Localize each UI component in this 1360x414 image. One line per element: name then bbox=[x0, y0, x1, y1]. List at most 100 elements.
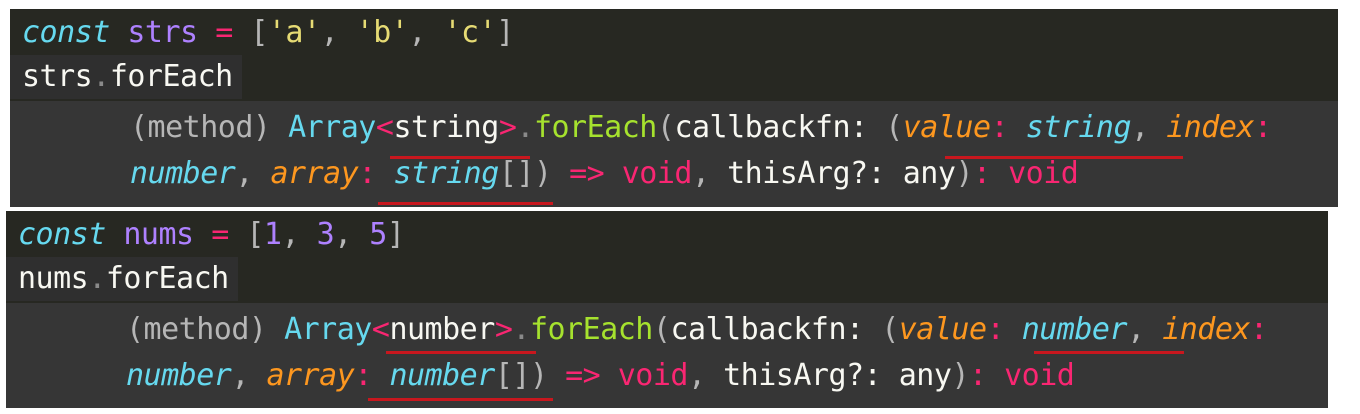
function-name: forEach bbox=[533, 110, 657, 145]
param-value: value bbox=[898, 312, 987, 347]
dot: . bbox=[92, 59, 110, 94]
param-array: array bbox=[270, 156, 359, 191]
comma: , bbox=[231, 358, 267, 393]
comma: , bbox=[1127, 312, 1163, 347]
return-void-outer: void bbox=[1008, 156, 1079, 191]
generic-open: < bbox=[375, 110, 394, 145]
colon: : bbox=[1254, 110, 1272, 145]
colon: : bbox=[354, 358, 390, 393]
signature-line-1: (method) Array<string>.forEach(callbackf… bbox=[130, 105, 1272, 151]
paren-close: ) bbox=[951, 358, 969, 393]
underline-generic-type bbox=[390, 156, 530, 159]
object-name: nums bbox=[18, 261, 89, 296]
colon: : bbox=[986, 312, 1022, 347]
member-forEach[interactable]: forEach bbox=[106, 261, 229, 296]
type-array: Array bbox=[288, 110, 376, 145]
param-value-type: string bbox=[1025, 110, 1132, 145]
param-value: value bbox=[902, 110, 991, 145]
member-forEach[interactable]: forEach bbox=[110, 59, 233, 94]
comma: , bbox=[320, 15, 356, 50]
generic-close: > bbox=[494, 312, 513, 347]
code-panel-strs: const strs = ['a', 'b', 'c'] strs.forEac… bbox=[10, 9, 1338, 207]
arrow: => bbox=[569, 156, 605, 191]
hover-tooltip: (method) Array<string>.forEach(callbackf… bbox=[10, 101, 1338, 207]
colon: : bbox=[973, 156, 1009, 191]
return-void: void bbox=[617, 358, 689, 393]
paren-open: ( bbox=[881, 312, 899, 347]
comma: , bbox=[235, 156, 271, 191]
paren-close: ) bbox=[533, 156, 552, 191]
param-index-type: number bbox=[130, 156, 236, 191]
signature-line-1: (method) Array<number>.forEach(callbackf… bbox=[126, 307, 1268, 353]
dot: . bbox=[516, 110, 534, 145]
comma: , bbox=[408, 15, 444, 50]
generic-type: string bbox=[393, 110, 499, 145]
signature-line-2: number, array: string[]) => void, thisAr… bbox=[130, 151, 1079, 197]
dot: . bbox=[88, 261, 106, 296]
array-close: ] bbox=[496, 15, 514, 50]
array-open: [ bbox=[250, 15, 268, 50]
underline-generic-type bbox=[386, 351, 536, 354]
array-item: 3 bbox=[316, 217, 335, 252]
param-value-type: number bbox=[1021, 312, 1128, 347]
array-item: 1 bbox=[263, 217, 282, 252]
param-index-type: number bbox=[126, 358, 232, 393]
callback-label: callbackfn: bbox=[670, 312, 864, 347]
paren-close: ) bbox=[955, 156, 973, 191]
underline-array-type bbox=[378, 202, 553, 205]
paren-open: ( bbox=[656, 110, 675, 145]
code-line-call[interactable]: nums.forEach bbox=[18, 257, 229, 301]
colon: : bbox=[990, 110, 1026, 145]
generic-open: < bbox=[371, 312, 390, 347]
generic-type: number bbox=[389, 312, 495, 347]
paren-open: ( bbox=[652, 312, 671, 347]
comma: , bbox=[692, 156, 728, 191]
array-item: 'c' bbox=[443, 15, 497, 50]
type-array: Array bbox=[284, 312, 372, 347]
operator: = bbox=[215, 15, 233, 50]
param-array-type: number bbox=[389, 358, 495, 393]
keyword-const: const bbox=[18, 217, 106, 252]
code-line-declaration[interactable]: const nums = [1, 3, 5] bbox=[18, 213, 405, 257]
variable-name: nums bbox=[123, 217, 194, 252]
paren-open: ( bbox=[885, 110, 903, 145]
operator: = bbox=[211, 217, 229, 252]
function-name: forEach bbox=[529, 312, 653, 347]
method-label: (method) bbox=[126, 312, 267, 347]
return-void-outer: void bbox=[1004, 358, 1075, 393]
signature-line-2: number, array: number[]) => void, thisAr… bbox=[126, 353, 1075, 399]
hover-tooltip: (method) Array<number>.forEach(callbackf… bbox=[6, 303, 1328, 408]
array-close: ] bbox=[386, 217, 405, 252]
param-array: array bbox=[266, 358, 355, 393]
comma: , bbox=[688, 358, 724, 393]
type-any: any bbox=[898, 358, 952, 393]
this-arg: thisArg?: bbox=[723, 358, 882, 393]
comma: , bbox=[1131, 110, 1167, 145]
underline-value-type bbox=[1034, 351, 1184, 354]
array-item: 'a' bbox=[267, 15, 321, 50]
method-label: (method) bbox=[130, 110, 271, 145]
generic-close: > bbox=[498, 110, 517, 145]
keyword-const: const bbox=[22, 15, 110, 50]
callback-label: callbackfn: bbox=[674, 110, 868, 145]
colon: : bbox=[969, 358, 1005, 393]
code-line-call[interactable]: strs.forEach bbox=[22, 55, 233, 99]
array-brackets: [] bbox=[498, 156, 535, 191]
return-void: void bbox=[621, 156, 693, 191]
object-name: strs bbox=[22, 59, 93, 94]
code-line-declaration[interactable]: const strs = ['a', 'b', 'c'] bbox=[22, 11, 514, 55]
arrow: => bbox=[565, 358, 601, 393]
this-arg: thisArg?: bbox=[727, 156, 886, 191]
param-index: index bbox=[1166, 110, 1254, 145]
array-brackets: [] bbox=[494, 358, 531, 393]
variable-name: strs bbox=[127, 15, 198, 50]
dot: . bbox=[512, 312, 530, 347]
array-open: [ bbox=[246, 217, 264, 252]
comma: , bbox=[281, 217, 317, 252]
param-array-type: string bbox=[393, 156, 499, 191]
colon: : bbox=[1250, 312, 1268, 347]
code-panel-nums: const nums = [1, 3, 5] nums.forEach (met… bbox=[6, 211, 1328, 408]
colon: : bbox=[358, 156, 394, 191]
array-item: 5 bbox=[369, 217, 387, 252]
type-any: any bbox=[902, 156, 956, 191]
